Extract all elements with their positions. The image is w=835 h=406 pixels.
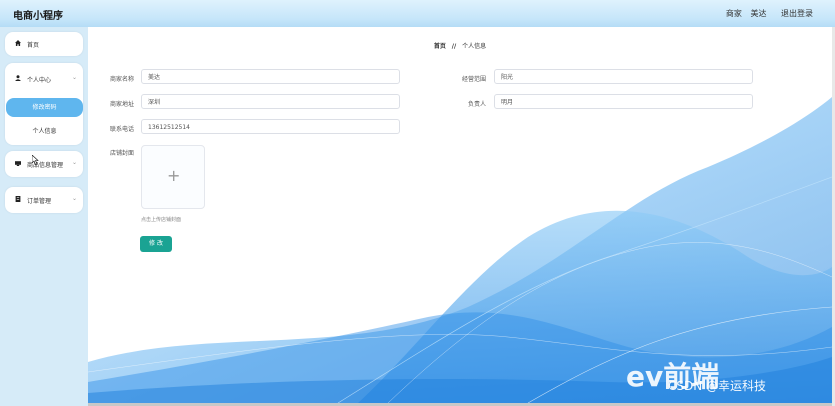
user-role: 商家 (725, 9, 742, 18)
logout-link[interactable]: 退出登录 (781, 9, 813, 18)
breadcrumb-home[interactable]: 首页 (434, 43, 446, 50)
sidebar: 首页 个人中心 ⌄ 修改密码 个人信息 商品信息管理 ⌄ 订单管理 ⌄ (0, 27, 88, 406)
sidebar-item-product-manage[interactable]: 商品信息管理 ⌄ (5, 151, 83, 177)
breadcrumb-current: 个人信息 (462, 43, 487, 50)
person-in-charge-label: 负责人 (467, 101, 486, 108)
store-cover-upload[interactable]: + (141, 145, 205, 209)
merchant-name-input[interactable]: 美达 (141, 69, 400, 84)
merchant-address-label: 商家地址 (109, 101, 134, 108)
business-scope-input[interactable]: 阳光 (494, 69, 753, 84)
sidebar-subitem-personal-info[interactable]: 个人信息 (6, 122, 83, 141)
plus-icon: + (167, 166, 181, 185)
sidebar-item-label: 订单管理 (27, 198, 52, 205)
person-in-charge-input[interactable]: 明月 (494, 94, 753, 109)
product-icon (15, 160, 21, 166)
sidebar-item-label: 个人中心 (27, 77, 52, 84)
user-name: 美达 (750, 9, 767, 18)
watermark-csdn: CSDN @幸运科技 (668, 379, 767, 393)
chevron-down-icon: ⌄ (71, 195, 77, 202)
sidebar-item-label: 首页 (27, 42, 40, 49)
user-area: 商家 美达 退出登录 (720, 8, 813, 19)
merchant-address-input[interactable]: 深圳 (141, 94, 400, 109)
store-cover-label: 店铺封面 (109, 150, 134, 157)
phone-input[interactable]: 13612512514 (141, 119, 400, 134)
top-header: 电商小程序 商家 美达 退出登录 (0, 0, 835, 28)
merchant-name-label: 商家名称 (109, 76, 134, 83)
chevron-down-icon: ⌄ (71, 74, 77, 81)
mouse-cursor-icon (32, 155, 39, 165)
business-scope-label: 经营范围 (461, 76, 486, 83)
chevron-down-icon: ⌄ (71, 159, 77, 166)
submit-button[interactable]: 修 改 (140, 236, 172, 252)
order-icon (15, 196, 21, 202)
sidebar-item-home[interactable]: 首页 (5, 32, 83, 56)
breadcrumb: 首页 // 个人信息 (88, 41, 832, 50)
breadcrumb-separator: // (451, 43, 457, 50)
sidebar-subitem-change-password[interactable]: 修改密码 (6, 98, 83, 117)
main-content: 首页 // 个人信息 商家名称 美达 经营范围 阳光 商家地址 深圳 负责人 明… (88, 27, 832, 403)
user-icon (15, 75, 21, 81)
home-icon (15, 40, 21, 46)
upload-hint: 点击上传店铺封面 (141, 217, 182, 223)
sidebar-item-order-manage[interactable]: 订单管理 ⌄ (5, 187, 83, 213)
app-title: 电商小程序 (13, 11, 63, 22)
phone-label: 联系电话 (109, 126, 134, 133)
sidebar-item-personal-center[interactable]: 个人中心 ⌄ (5, 69, 83, 89)
